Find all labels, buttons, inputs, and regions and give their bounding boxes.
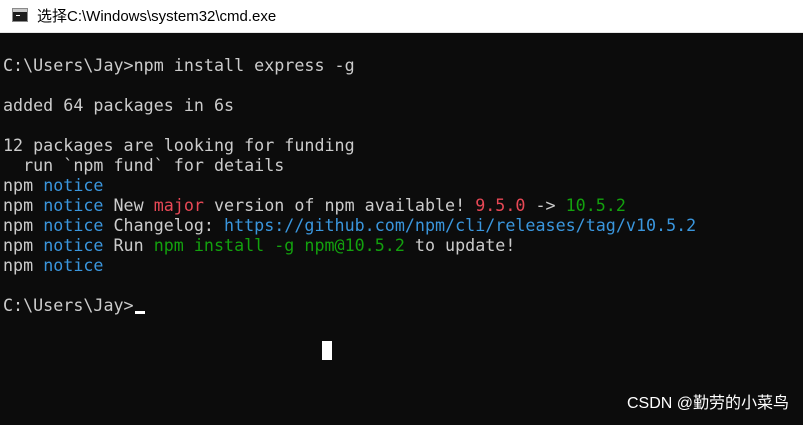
console-text-segment: notice [43, 215, 104, 235]
console-line: run `npm fund` for details [3, 155, 284, 175]
console-text-segment: 12 packages are looking for funding [3, 135, 355, 155]
console-text-segment: Run [103, 235, 154, 255]
console-text-segment: C:\Users\Jay>npm install express -g [3, 55, 355, 75]
console-text-segment: run `npm fund` for details [3, 155, 285, 175]
console-text-segment: major [153, 195, 204, 215]
console-text-segment: added 64 packages in 6s [3, 95, 235, 115]
console-text-segment: npm [3, 195, 44, 215]
console-text-segment: New [103, 195, 154, 215]
console-text-segment: C:\Users\Jay> [3, 295, 134, 315]
console-line: C:\Users\Jay>npm install express -g [3, 55, 355, 75]
console-line: npm notice Changelog: https://github.com… [3, 215, 696, 235]
console-text-segment: https://github.com/npm/cli/releases/tag/… [224, 215, 697, 235]
console-line: npm notice New major version of npm avai… [3, 195, 626, 215]
console-text-segment: Changelog: [103, 215, 225, 235]
watermark: CSDN @勤劳的小菜鸟 [626, 395, 789, 412]
console-line: npm notice [3, 175, 103, 195]
console-text-segment: npm [3, 235, 44, 255]
console-line: 12 packages are looking for funding [3, 135, 355, 155]
title-bar[interactable]: 选择C:\Windows\system32\cmd.exe [0, 0, 803, 33]
console-line: added 64 packages in 6s [3, 95, 234, 115]
console-line: C:\Users\Jay> [3, 295, 145, 315]
console-output[interactable]: C:\Users\Jay>npm install express -g added… [0, 34, 803, 425]
window-title: 选择C:\Windows\system32\cmd.exe [37, 8, 277, 25]
console-text-segment: notice [43, 255, 104, 275]
console-text-segment: npm [3, 215, 44, 235]
console-text-segment: npm [3, 175, 44, 195]
console-text-segment: notice [43, 175, 104, 195]
console-text-segment: npm [3, 255, 44, 275]
console-text-segment: npm install -g npm@10.5.2 [153, 235, 405, 255]
console-text-segment: version of npm available! [203, 195, 476, 215]
console-text-segment: notice [43, 235, 104, 255]
cmd-icon [12, 8, 28, 22]
console-text-segment: to update! [404, 235, 516, 255]
console-text-segment: 9.5.0 [475, 195, 526, 215]
console-text-segment: notice [43, 195, 104, 215]
console-text-segment: 10.5.2 [565, 195, 626, 215]
console-line: npm notice [3, 255, 103, 275]
mouse-text-cursor [322, 341, 332, 360]
console-text-segment: -> [525, 195, 566, 215]
blinking-cursor [134, 311, 145, 314]
console-line: npm notice Run npm install -g npm@10.5.2… [3, 235, 515, 255]
